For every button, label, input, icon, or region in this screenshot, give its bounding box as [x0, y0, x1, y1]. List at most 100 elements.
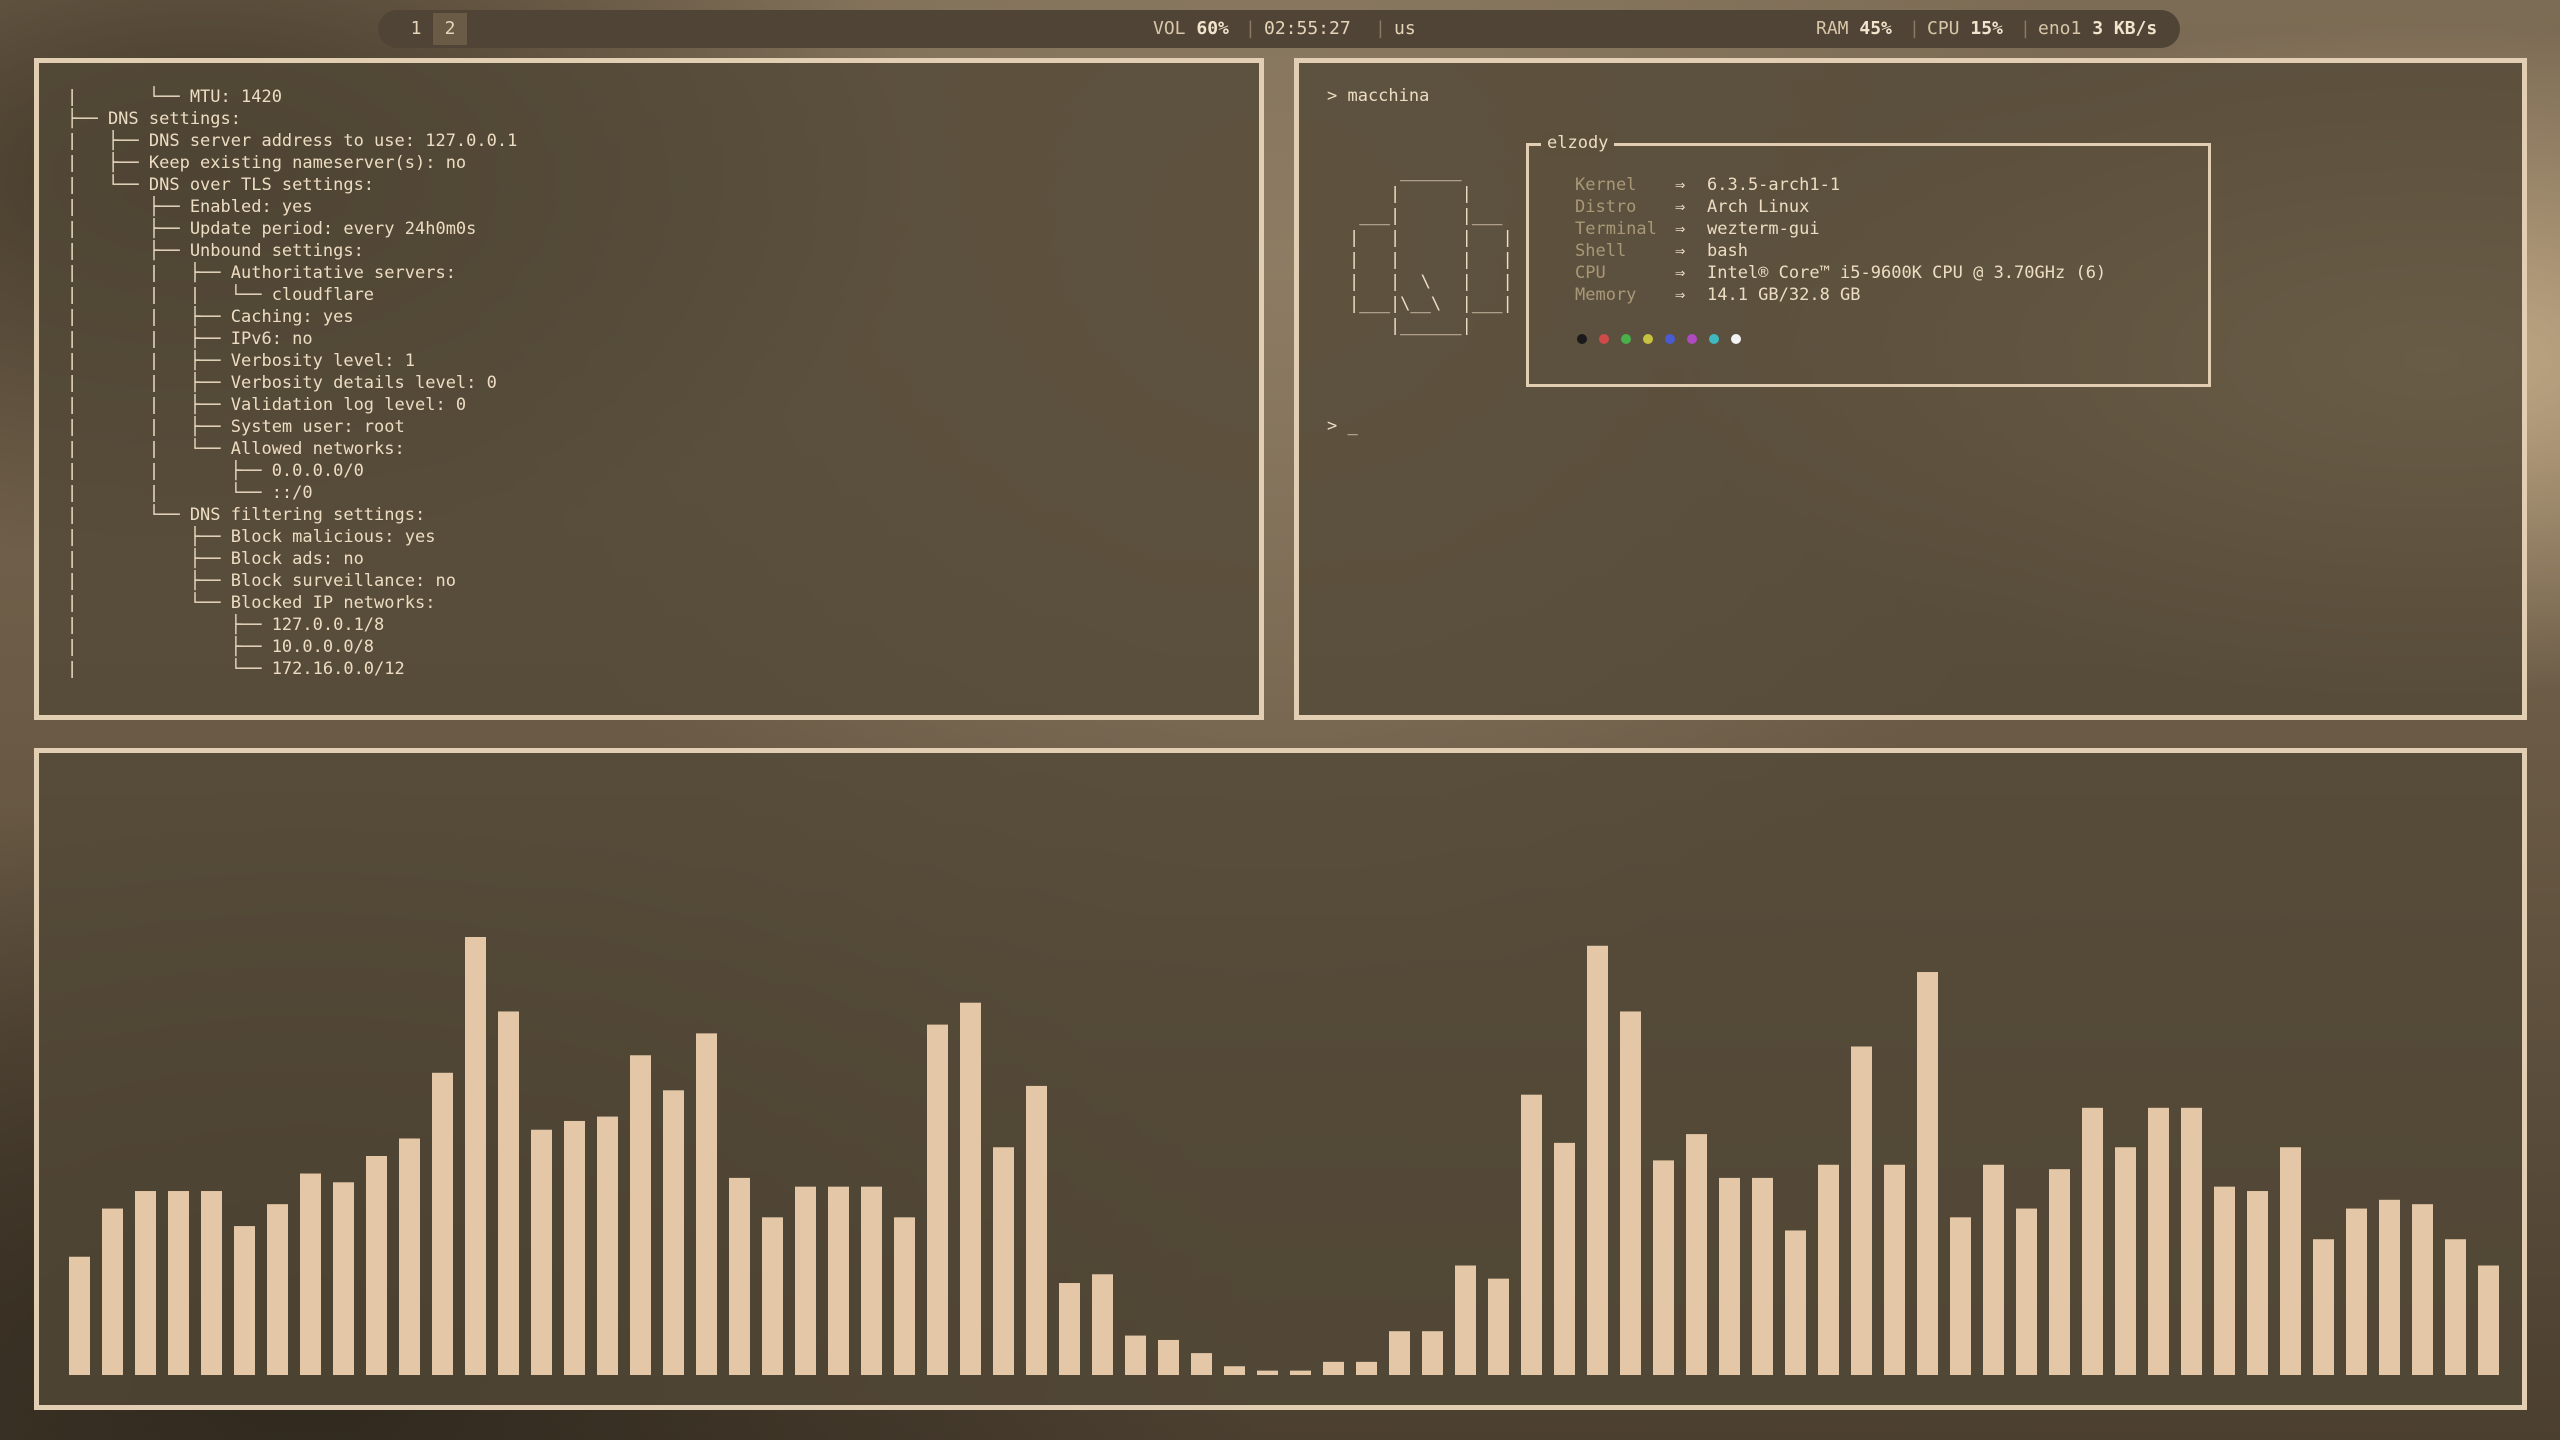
visualizer-bar — [300, 1173, 321, 1375]
visualizer-bar — [1125, 1335, 1146, 1375]
visualizer-bar — [1818, 1164, 1839, 1375]
palette-color-dot — [1643, 334, 1653, 344]
cpu-label: CPU — [1927, 18, 1960, 39]
visualizer-bar — [927, 1024, 948, 1375]
visualizer-bar — [2214, 1186, 2235, 1375]
visualizer-bar — [1323, 1361, 1344, 1375]
visualizer-bar — [234, 1226, 255, 1375]
palette-color-dot — [1599, 334, 1609, 344]
terminal-line: | | ├── Authoritative servers: — [67, 263, 456, 283]
visualizer-bar — [1059, 1283, 1080, 1375]
info-value: bash — [1707, 241, 1748, 261]
visualizer-bar — [1983, 1164, 2004, 1375]
terminal-line: | └── 172.16.0.0/12 — [67, 659, 405, 679]
terminal-line: | └── DNS filtering settings: — [67, 505, 426, 525]
visualizer-bar — [663, 1090, 684, 1375]
visualizer-bar — [399, 1138, 420, 1375]
info-value: Intel® Core™ i5-9600K CPU @ 3.70GHz (6) — [1707, 263, 2107, 283]
command-line: > macchina — [1327, 86, 1430, 106]
terminal-line: | | ├── 0.0.0.0/0 — [67, 461, 364, 481]
workspace-2-button[interactable]: 2 — [433, 13, 467, 45]
ram-value: 45% — [1859, 18, 1892, 39]
hostname-title: elzody — [1541, 132, 1615, 154]
terminal-line: | ├── Enabled: yes — [67, 197, 313, 217]
visualizer-bar — [2280, 1147, 2301, 1375]
visualizer-bar — [333, 1182, 354, 1375]
visualizer-bar — [564, 1120, 585, 1375]
shell-prompt[interactable]: > _ — [1327, 416, 1358, 436]
visualizer-bar — [1620, 1011, 1641, 1375]
volume-widget[interactable]: VOL 60% — [1153, 10, 1229, 48]
visualizer-bar — [2445, 1239, 2466, 1375]
visualizer-bar — [168, 1191, 189, 1375]
terminal-line: | | ├── Verbosity details level: 0 — [67, 373, 497, 393]
visualizer-bar — [2181, 1107, 2202, 1375]
visualizer-bar — [267, 1204, 288, 1375]
visualizer-bar — [1092, 1274, 1113, 1375]
visualizer-bar — [1224, 1366, 1245, 1375]
visualizer-bar — [2247, 1191, 2268, 1375]
terminal-line: | | ├── Caching: yes — [67, 307, 354, 327]
terminal-line: | | | └── cloudflare — [67, 285, 375, 305]
visualizer-bar — [1257, 1370, 1278, 1375]
visualizer-bar — [1719, 1177, 1740, 1375]
visualizer-bar — [2115, 1147, 2136, 1375]
terminal-line: | ├── Block ads: no — [67, 549, 364, 569]
visualizer-bar — [597, 1116, 618, 1375]
keyboard-layout[interactable]: us — [1394, 10, 1416, 48]
info-key: CPU — [1575, 263, 1606, 283]
palette-color-dot — [1709, 334, 1719, 344]
workspace-1-button[interactable]: 1 — [399, 13, 433, 45]
palette-color-dot — [1731, 334, 1741, 344]
visualizer-bar — [1389, 1331, 1410, 1375]
terminal-pane-left[interactable]: | └── MTU: 1420 ├── DNS settings: | ├── DN… — [34, 58, 1264, 720]
visualizer-bar — [1455, 1265, 1476, 1375]
info-value: 6.3.5-arch1-1 — [1707, 175, 1841, 195]
terminal-line: | ├── 10.0.0.0/8 — [67, 637, 375, 657]
visualizer-bar — [2478, 1265, 2499, 1375]
visualizer-bar — [1290, 1370, 1311, 1375]
visualizer-bar — [2016, 1208, 2037, 1375]
volume-value: 60% — [1196, 18, 1229, 39]
visualizer-bar — [498, 1011, 519, 1375]
arrow-icon: ⇒ — [1675, 197, 1686, 217]
visualizer-bar — [1026, 1085, 1047, 1375]
separator: | — [1375, 18, 1386, 39]
visualizer-bar — [531, 1129, 552, 1375]
visualizer-bar — [2379, 1199, 2400, 1375]
terminal-line: | | ├── Validation log level: 0 — [67, 395, 467, 415]
visualizer-bar — [1587, 945, 1608, 1375]
arrow-icon: ⇒ — [1675, 263, 1686, 283]
visualizer-bar — [1356, 1361, 1377, 1375]
audio-visualizer — [69, 937, 2499, 1375]
terminal-line: | | └── Allowed networks: — [67, 439, 405, 459]
info-row-cpu: CPU ⇒ Intel® Core™ i5-9600K CPU @ 3.70GHz … — [1575, 262, 2106, 284]
terminal-line: | ├── DNS server address to use: 127.0.0… — [67, 131, 518, 151]
visualizer-bar — [2148, 1107, 2169, 1375]
terminal-line: | ├── Block surveillance: no — [67, 571, 456, 591]
terminal-line: | ├── Unbound settings: — [67, 241, 364, 261]
info-row-shell: Shell ⇒ bash — [1575, 240, 1748, 262]
info-row-terminal: Terminal ⇒ wezterm-gui — [1575, 218, 1820, 240]
network-interface: eno1 — [2038, 18, 2082, 39]
visualizer-bar — [696, 1033, 717, 1375]
visualizer-bar — [1851, 1046, 1872, 1375]
visualizer-bar — [69, 1256, 90, 1375]
separator: | — [1909, 18, 1920, 39]
visualizer-bar — [2313, 1239, 2334, 1375]
terminal-line: | | ├── System user: root — [67, 417, 405, 437]
visualizer-bar — [1686, 1134, 1707, 1375]
visualizer-bar — [894, 1217, 915, 1375]
info-row-kernel: Kernel ⇒ 6.3.5-arch1-1 — [1575, 174, 1840, 196]
separator: | — [1245, 18, 1256, 39]
status-bar: 1 2 VOL 60% | 02:55:27 | us RAM 45% | CP… — [378, 10, 2180, 48]
visualizer-bar — [1752, 1177, 1773, 1375]
separator: | — [2020, 18, 2031, 39]
cpu-widget: CPU 15% — [1927, 10, 2003, 48]
visualizer-bar — [1488, 1278, 1509, 1375]
ram-widget: RAM 45% — [1816, 10, 1892, 48]
cpu-value: 15% — [1970, 18, 2003, 39]
terminal-line: | ├── Keep existing nameserver(s): no — [67, 153, 467, 173]
visualizer-bar — [135, 1191, 156, 1375]
terminal-pane-right[interactable]: > macchina ______ | | ___| |___ | | | | … — [1294, 58, 2527, 720]
